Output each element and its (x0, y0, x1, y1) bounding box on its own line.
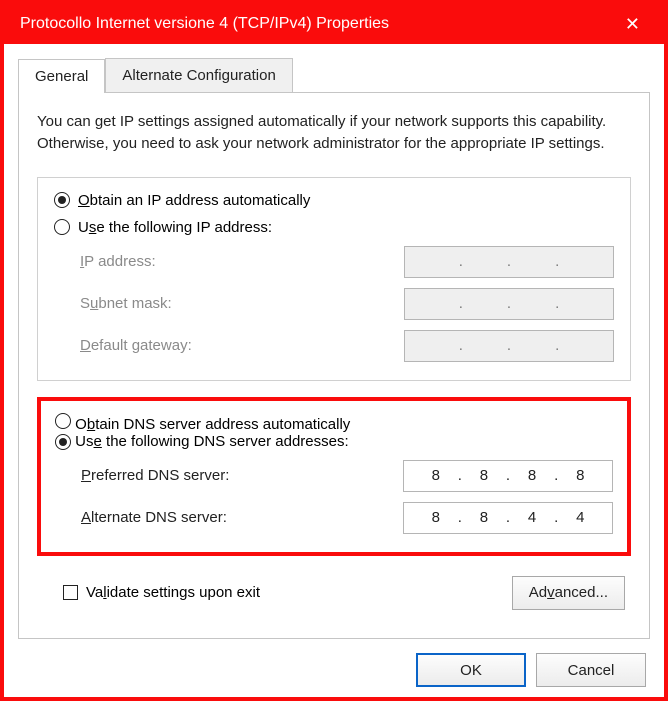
close-icon[interactable]: ✕ (615, 8, 650, 41)
ip-octet[interactable]: 4 (562, 509, 598, 526)
subnet-input: . . . (404, 288, 614, 320)
validate-checkbox-wrap[interactable]: Validate settings upon exit (63, 584, 260, 601)
checkbox-icon (63, 585, 78, 600)
ip-octet[interactable]: 8 (562, 467, 598, 484)
subnet-row: Subnet mask: . . . (80, 288, 614, 320)
general-panel: You can get IP settings assigned automat… (18, 92, 650, 639)
radio-obtain-ip-auto[interactable]: Obtain an IP address automatically (54, 192, 614, 209)
ip-group: Obtain an IP address automatically Use t… (37, 177, 631, 381)
tab-general[interactable]: General (18, 59, 105, 93)
ok-button[interactable]: OK (416, 653, 526, 687)
titlebar: Protocollo Internet versione 4 (TCP/IPv4… (4, 4, 664, 44)
ip-address-row: IP address: . . . (80, 246, 614, 278)
radio-use-ip-label: Use the following IP address: (78, 219, 272, 236)
radio-obtain-dns-auto-label: Obtain DNS server address automatically (75, 416, 350, 433)
advanced-button[interactable]: Advanced... (512, 576, 625, 610)
radio-icon (55, 413, 71, 429)
dns-highlight-box: Obtain DNS server address automatically … (37, 397, 631, 556)
ip-octet[interactable]: 8 (466, 467, 502, 484)
dialog-buttons: OK Cancel (18, 639, 650, 687)
intro-text: You can get IP settings assigned automat… (37, 111, 631, 155)
window: Protocollo Internet versione 4 (TCP/IPv4… (4, 4, 664, 697)
subnet-label: Subnet mask: (80, 295, 172, 312)
alternate-dns-input[interactable]: 8. 8. 4. 4 (403, 502, 613, 534)
alternate-dns-row: Alternate DNS server: 8. 8. 4. 4 (81, 502, 613, 534)
ip-address-input: . . . (404, 246, 614, 278)
radio-use-dns-label: Use the following DNS server addresses: (75, 433, 348, 450)
radio-icon (54, 219, 70, 235)
radio-use-ip[interactable]: Use the following IP address: (54, 219, 614, 236)
radio-obtain-dns-auto[interactable]: Obtain DNS server address automatically (55, 413, 613, 433)
tab-strip: General Alternate Configuration (18, 58, 650, 92)
alternate-dns-label: Alternate DNS server: (81, 509, 227, 526)
gateway-label: Default gateway: (80, 337, 192, 354)
gateway-row: Default gateway: . . . (80, 330, 614, 362)
window-title: Protocollo Internet versione 4 (TCP/IPv4… (20, 15, 389, 33)
content-area: General Alternate Configuration You can … (4, 44, 664, 697)
preferred-dns-label: Preferred DNS server: (81, 467, 229, 484)
cancel-button[interactable]: Cancel (536, 653, 646, 687)
bottom-row: Validate settings upon exit Advanced... (63, 576, 625, 610)
validate-label: Validate settings upon exit (86, 584, 260, 601)
preferred-dns-row: Preferred DNS server: 8. 8. 8. 8 (81, 460, 613, 492)
ip-octet[interactable]: 4 (514, 509, 550, 526)
ip-octet[interactable]: 8 (514, 467, 550, 484)
ip-octet[interactable]: 8 (466, 509, 502, 526)
ip-address-label: IP address: (80, 253, 156, 270)
preferred-dns-input[interactable]: 8. 8. 8. 8 (403, 460, 613, 492)
radio-icon (55, 434, 71, 450)
ip-octet[interactable]: 8 (418, 467, 454, 484)
radio-obtain-ip-auto-label: Obtain an IP address automatically (78, 192, 310, 209)
ip-octet[interactable]: 8 (418, 509, 454, 526)
radio-icon (54, 192, 70, 208)
tab-alternate-configuration[interactable]: Alternate Configuration (105, 58, 292, 92)
gateway-input: . . . (404, 330, 614, 362)
radio-use-dns[interactable]: Use the following DNS server addresses: (55, 433, 613, 450)
